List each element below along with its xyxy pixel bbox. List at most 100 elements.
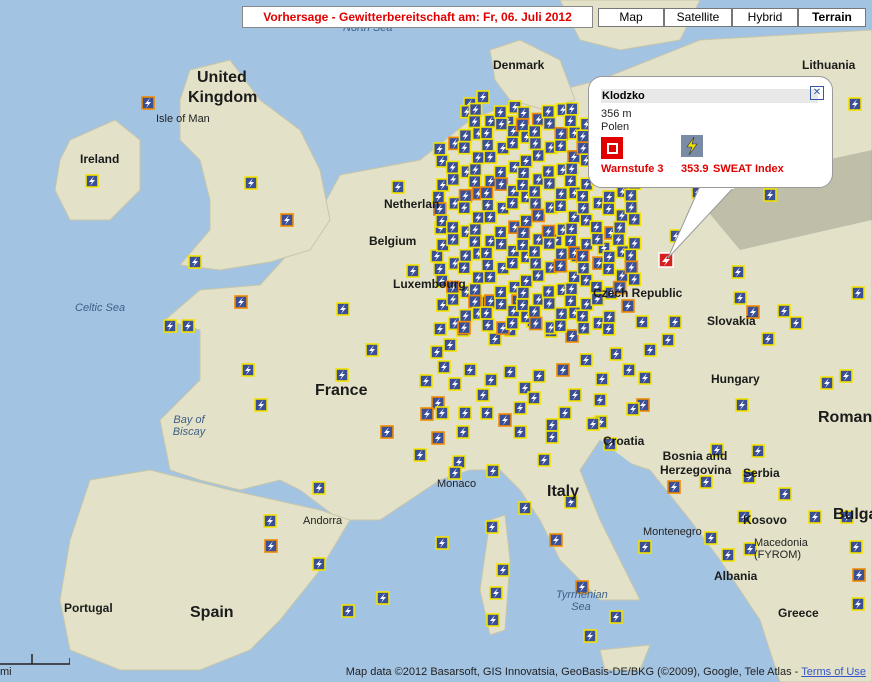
warning-marker[interactable] (496, 563, 510, 577)
warning-marker[interactable] (839, 369, 853, 383)
warning-marker[interactable] (621, 299, 635, 313)
warning-marker[interactable] (553, 318, 568, 333)
warning-marker[interactable] (468, 102, 483, 117)
warning-marker[interactable] (234, 295, 248, 309)
warning-marker[interactable] (432, 142, 447, 156)
warning-marker[interactable] (163, 319, 177, 333)
warning-marker[interactable] (579, 353, 593, 367)
warning-marker[interactable] (848, 97, 862, 111)
warning-marker[interactable] (481, 318, 495, 332)
warning-marker[interactable] (518, 501, 532, 515)
warning-marker[interactable] (635, 315, 649, 329)
warning-marker[interactable] (624, 260, 639, 275)
warning-marker[interactable] (575, 309, 590, 324)
warning-marker[interactable] (457, 140, 472, 155)
warning-marker[interactable] (541, 164, 556, 179)
terms-of-use-link[interactable]: Terms of Use (801, 666, 866, 678)
warning-marker[interactable] (669, 229, 683, 243)
warning-marker[interactable] (479, 186, 494, 200)
warning-marker[interactable] (627, 272, 642, 287)
warning-marker[interactable] (643, 343, 657, 357)
warning-marker[interactable] (254, 398, 268, 412)
warning-marker[interactable] (611, 232, 626, 247)
warning-marker[interactable] (471, 150, 485, 165)
warning-marker[interactable] (446, 232, 460, 247)
warning-marker[interactable] (493, 225, 508, 239)
warning-marker[interactable] (457, 320, 471, 335)
warning-marker[interactable] (575, 189, 590, 204)
warning-marker[interactable] (446, 292, 460, 307)
warning-marker[interactable] (852, 568, 866, 582)
warning-marker[interactable] (493, 285, 508, 299)
warning-marker[interactable] (376, 591, 390, 605)
warning-marker[interactable] (568, 388, 582, 402)
warning-marker[interactable] (721, 548, 735, 562)
warning-marker[interactable] (601, 202, 616, 216)
warning-marker[interactable] (479, 306, 494, 320)
warning-marker[interactable] (731, 265, 745, 279)
warning-marker[interactable] (480, 406, 494, 420)
warning-marker[interactable] (435, 406, 449, 420)
warning-marker[interactable] (542, 176, 557, 191)
warning-marker[interactable] (576, 261, 591, 276)
warning-marker[interactable] (513, 425, 527, 439)
warning-marker[interactable] (467, 174, 482, 189)
warning-marker[interactable] (564, 222, 579, 236)
warning-marker[interactable] (280, 213, 294, 227)
warning-marker[interactable] (668, 315, 682, 329)
warning-marker[interactable] (541, 224, 556, 239)
warning-marker[interactable] (336, 302, 350, 316)
warning-marker[interactable] (448, 377, 462, 391)
warning-marker[interactable] (589, 220, 604, 234)
warning-marker[interactable] (563, 234, 578, 248)
warning-marker[interactable] (563, 114, 578, 128)
warning-marker[interactable] (661, 333, 675, 347)
warning-marker[interactable] (445, 160, 460, 175)
warning-marker[interactable] (471, 210, 486, 225)
warning-marker[interactable] (553, 198, 568, 213)
warning-marker[interactable] (188, 255, 202, 269)
warning-marker[interactable] (443, 338, 457, 352)
warning-marker[interactable] (519, 214, 533, 228)
warning-marker[interactable] (479, 126, 494, 140)
warning-marker[interactable] (435, 536, 449, 550)
warning-marker[interactable] (602, 250, 617, 264)
warning-marker[interactable] (406, 264, 420, 278)
warning-marker[interactable] (479, 246, 494, 260)
warning-marker[interactable] (527, 391, 541, 405)
warning-marker[interactable] (480, 198, 495, 212)
warning-marker[interactable] (704, 531, 718, 545)
warning-marker[interactable] (527, 184, 542, 199)
map-type-hybrid-button[interactable]: Hybrid (732, 8, 798, 27)
warning-marker[interactable] (528, 136, 543, 151)
warning-marker[interactable] (365, 343, 379, 357)
warning-marker[interactable] (627, 236, 642, 251)
warning-marker[interactable] (480, 258, 495, 272)
warning-marker[interactable] (312, 481, 326, 495)
warning-marker[interactable] (413, 448, 427, 462)
close-icon[interactable]: ✕ (810, 86, 824, 100)
warning-marker[interactable] (516, 166, 531, 180)
warning-marker[interactable] (626, 402, 640, 416)
warning-marker[interactable] (553, 258, 568, 273)
warning-marker[interactable] (513, 401, 527, 415)
warning-marker[interactable] (505, 256, 520, 270)
warning-marker[interactable] (851, 597, 865, 611)
warning-marker[interactable] (457, 260, 471, 275)
warning-marker[interactable] (531, 208, 545, 223)
warning-marker[interactable] (516, 286, 531, 300)
warning-marker[interactable] (420, 407, 434, 421)
warning-marker[interactable] (820, 376, 834, 390)
warning-marker[interactable] (519, 154, 533, 168)
warning-marker[interactable] (241, 363, 255, 377)
warning-marker[interactable] (735, 398, 749, 412)
warning-marker[interactable] (456, 425, 470, 439)
warning-marker[interactable] (586, 417, 600, 431)
warning-marker[interactable] (527, 244, 542, 259)
warning-marker[interactable] (527, 304, 542, 319)
warning-marker[interactable] (505, 136, 520, 150)
warning-marker[interactable] (468, 162, 483, 177)
warning-marker[interactable] (761, 332, 775, 346)
warning-marker[interactable] (667, 480, 681, 494)
warning-marker[interactable] (446, 172, 460, 187)
